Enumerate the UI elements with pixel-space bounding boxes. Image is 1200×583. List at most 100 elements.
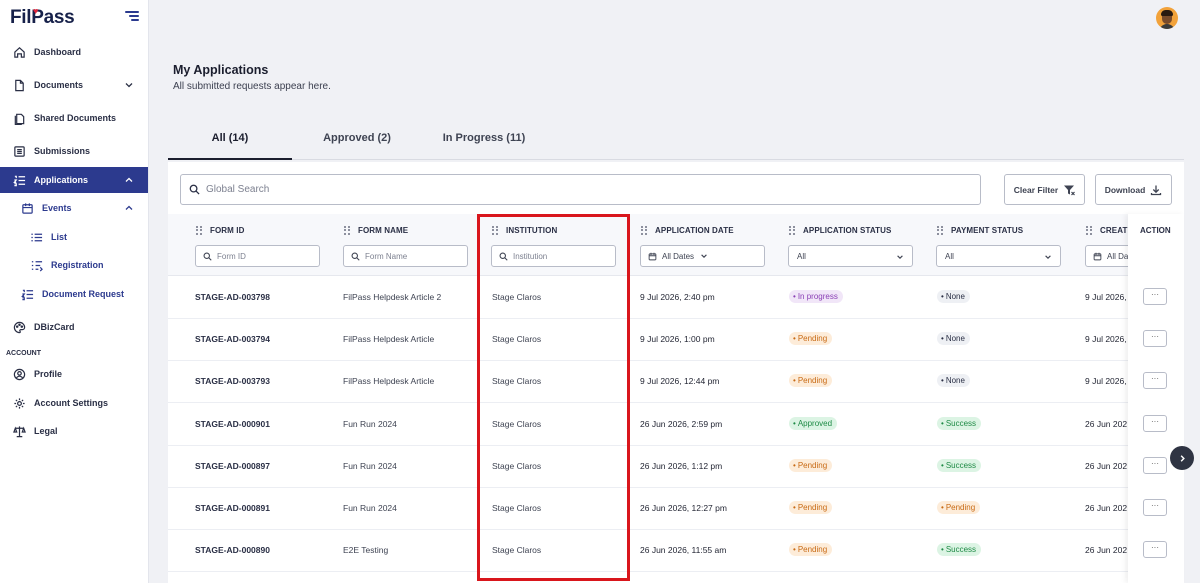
sidebar-item-registration[interactable]: Registration [0,252,148,278]
sidebar-item-account-settings[interactable]: Account Settings [0,390,148,416]
application-status-badge: Pending [789,332,833,346]
more-actions-button[interactable]: ··· [1143,372,1167,390]
application-date-cell: 9 Jul 2026, 2:40 pm [640,292,715,302]
download-icon [1151,185,1162,195]
download-label: Download [1104,184,1146,195]
payment-status-badge: None [937,374,970,388]
column-header-form-id[interactable]: FORM ID [196,226,244,235]
column-header-application-date[interactable]: APPLICATION DATE [641,226,734,235]
sidebar-item-label: Dashboard [34,47,82,57]
institution-cell: Stage Claros [492,376,542,387]
palette-icon [12,320,26,334]
sidebar-item-events[interactable]: Events [0,195,148,221]
sidebar-item-document-request[interactable]: Document Request [0,281,148,307]
drag-handle-icon[interactable] [789,226,795,235]
chevron-right-icon [1180,454,1185,462]
application-date-filter[interactable]: All Dates [640,245,765,267]
payment-status-badge: None [937,290,970,303]
form-name-cell: Fun Run 2024 [343,503,397,513]
sidebar-item-label: DBizCard [34,322,75,332]
column-header-institution[interactable]: INSTITUTION [492,226,557,235]
application-status-filter[interactable]: All [788,245,913,267]
global-search[interactable] [180,174,981,205]
drag-handle-icon[interactable] [344,226,350,235]
home-icon [12,45,26,59]
sidebar-item-profile[interactable]: Profile [0,361,148,387]
more-actions-button[interactable]: ··· [1143,414,1167,432]
sidebar-item-label: Account Settings [34,398,109,408]
page-subtitle: All submitted requests appear here. [173,81,331,92]
sidebar-item-label: Events [42,203,72,213]
tabs-divider [168,159,1184,160]
column-header-application-status[interactable]: APPLICATION STATUS [789,226,891,235]
more-actions-button[interactable]: ··· [1143,330,1167,348]
filpass-logo[interactable]: FilPass ♥ [10,6,75,29]
avatar[interactable] [1156,7,1178,29]
sidebar-item-list[interactable]: List [0,224,148,250]
chevron-up-icon[interactable] [124,203,134,213]
search-icon [189,184,200,195]
application-status-badge: Pending [789,543,833,557]
filter-clear-icon [1064,185,1076,195]
sidebar-item-label: Submissions [34,146,91,156]
chevron-down-icon[interactable] [124,80,134,90]
more-actions-button[interactable]: ··· [1143,499,1167,516]
more-actions-button[interactable]: ··· [1143,456,1167,474]
drag-handle-icon[interactable] [492,226,498,235]
drag-handle-icon[interactable] [937,226,943,235]
application-date-cell: 26 Jun 2026, 11:55 am [640,545,727,556]
drag-handle-icon[interactable] [1086,226,1092,235]
drag-handle-icon[interactable] [641,226,647,235]
more-actions-button[interactable]: ··· [1143,541,1167,559]
sidebar-item-submissions[interactable]: Submissions [0,138,148,164]
form-name-cell: FilPass Helpdesk Article 2 [343,292,442,302]
page-title: My Applications [173,63,269,77]
active-tab-indicator [168,158,292,160]
sidebar-item-label: List [51,232,68,242]
tab-all[interactable]: All (14) [168,132,292,144]
form-id-filter[interactable]: Form ID [195,245,320,267]
global-search-input[interactable] [206,184,966,195]
clear-filter-button[interactable]: Clear Filter [1004,174,1085,205]
payment-status-filter[interactable]: All [936,245,1061,267]
menu-toggle-icon[interactable] [125,11,139,21]
column-header-payment-status[interactable]: PAYMENT STATUS [937,226,1023,235]
tab-approved[interactable]: Approved (2) [300,132,414,144]
heart-icon: ♥ [33,6,39,16]
sidebar-item-dashboard[interactable]: Dashboard [0,39,148,65]
institution-cell: Stage Claros [492,292,542,302]
clear-filter-label: Clear Filter [1013,184,1059,195]
scale-icon [12,424,26,438]
sidebar-item-dbizcard[interactable]: DBizCard [0,314,148,340]
form-name-filter[interactable]: Form Name [343,245,468,267]
sidebar-item-documents[interactable]: Documents [0,72,148,98]
column-header-created[interactable]: CREATE [1086,226,1133,235]
institution-filter[interactable]: Institution [491,245,616,267]
sidebar-item-legal[interactable]: Legal [0,418,148,444]
sidebar-item-label: Document Request [42,289,125,299]
application-date-cell: 9 Jul 2026, 1:00 pm [640,334,715,345]
sidebar-item-shared-documents[interactable]: Shared Documents [0,105,148,131]
created-cell: 26 Jun 202 [1085,545,1128,556]
tab-in-progress[interactable]: In Progress (11) [430,132,538,144]
user-icon [12,367,26,381]
form-name-cell: FilPass Helpdesk Article [343,376,435,387]
created-cell: 9 Jul 2026, [1085,334,1127,345]
application-status-badge: Approved [789,416,838,430]
column-header-form-name[interactable]: FORM NAME [344,226,408,235]
section-label-account: ACCOUNT [6,350,41,357]
sidebar-item-applications[interactable]: Applications [0,167,148,193]
sidebar-item-label: Legal [34,426,58,436]
drag-handle-icon[interactable] [196,226,202,235]
search-icon [351,252,360,261]
chevron-up-icon[interactable] [124,175,134,185]
scroll-right-button[interactable] [1170,446,1194,470]
search-icon [203,252,212,261]
download-button[interactable]: Download [1095,174,1172,205]
form-name-cell: Fun Run 2024 [343,460,397,471]
created-cell: 9 Jul 2026, [1085,376,1127,387]
chevron-down-icon [897,255,903,259]
institution-cell: Stage Claros [492,460,542,471]
form-name-cell: E2E Testing [343,545,389,556]
more-actions-button[interactable]: ··· [1143,288,1167,305]
